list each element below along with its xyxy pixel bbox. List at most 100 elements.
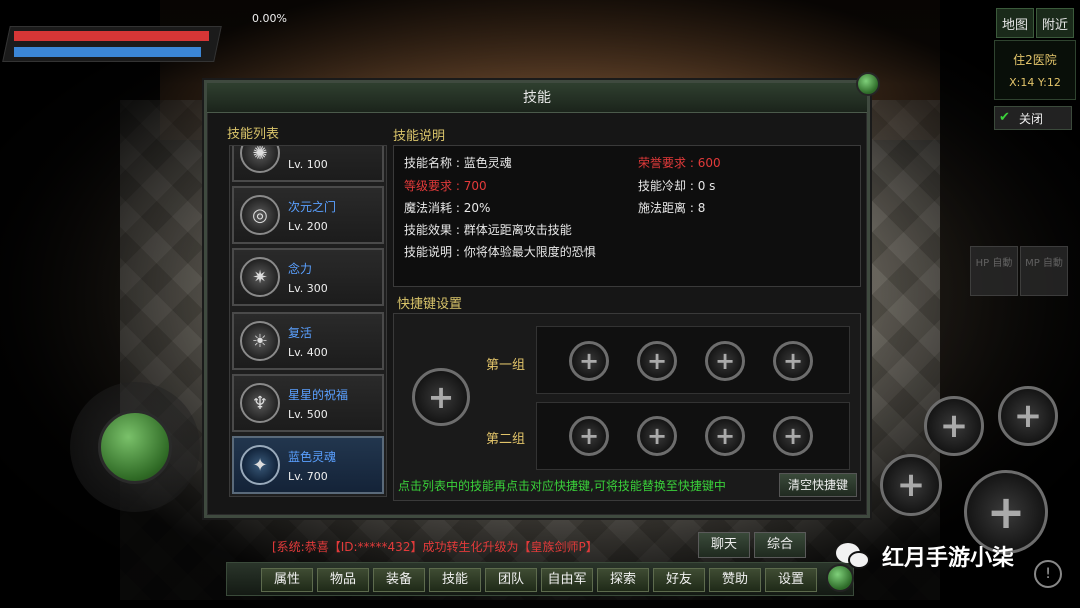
movement-joystick[interactable] [70, 382, 200, 512]
hp-auto-button[interactable]: HP 自動 [970, 246, 1018, 296]
level-req-row: 等级要求 : 700 [404, 179, 487, 193]
plus-icon: + [646, 347, 668, 375]
info-icon[interactable]: ! [1034, 560, 1062, 588]
effect-value: 群体远距离攻击技能 [463, 223, 572, 237]
plus-icon: + [714, 347, 736, 375]
name-label: 技能名称 [404, 156, 453, 170]
skill-icon: ✺ [240, 146, 280, 173]
mp-bar [14, 47, 201, 57]
mp-auto-button[interactable]: MP 自動 [1020, 246, 1068, 296]
effect-label: 技能效果 [404, 223, 453, 237]
hotkey-slot[interactable]: + [705, 341, 745, 381]
action-slot-2[interactable]: + [998, 386, 1058, 446]
cooldown-label: 技能冷却 [638, 179, 687, 193]
wechat-icon [836, 541, 874, 571]
skill-name: 蓝色灵魂 [288, 450, 337, 464]
honor-row: 荣誉要求 : 600 [638, 156, 721, 170]
plus-icon: + [646, 422, 668, 450]
skill-item[interactable]: ✷ 念力 Lv. 300 [232, 248, 384, 306]
level-req-label: 等级要求 [404, 179, 453, 193]
skill-item-selected[interactable]: ✦ 蓝色灵魂 Lv. 700 [232, 436, 384, 494]
bottom-menu: 属性 物品 装备 技能 团队 自由军 探索 好友 赞助 设置 [226, 562, 854, 596]
general-button[interactable]: 综合 [754, 532, 806, 558]
description-box: 技能名称 : 蓝色灵魂 荣誉要求 : 600 等级要求 : 700 技能冷却 :… [393, 145, 861, 287]
plus-icon: + [782, 422, 804, 450]
skill-level: Lv. 700 [288, 470, 328, 483]
skill-item[interactable]: ◎ 次元之门 Lv. 200 [232, 186, 384, 244]
skill-level: Lv. 500 [288, 408, 328, 421]
menu-items[interactable]: 物品 [317, 568, 369, 592]
menu-explore[interactable]: 探索 [597, 568, 649, 592]
skill-list[interactable]: ✺ Lv. 100 ◎ 次元之门 Lv. 200 ✷ 念力 Lv. 300 ☀ … [229, 145, 387, 497]
location-panel: 住2医院 X:14 Y:12 [994, 40, 1076, 100]
watermark-text: 红月手游小柒 [882, 546, 1015, 571]
hotkey-slot[interactable]: + [569, 416, 609, 456]
skill-list-label: 技能列表 [227, 127, 280, 142]
watermark: 红月手游小柒 [836, 540, 1014, 572]
panel-title: 技能 [207, 83, 867, 113]
level-req-value: 700 [463, 179, 487, 193]
explain-label: 技能说明 [404, 245, 453, 259]
menu-sponsor[interactable]: 赞助 [709, 568, 761, 592]
chat-button[interactable]: 聊天 [698, 532, 750, 558]
action-slot-3[interactable]: + [880, 454, 942, 516]
plus-icon: + [1013, 396, 1043, 436]
hotkey-slot[interactable]: + [773, 416, 813, 456]
name-value: 蓝色灵魂 [463, 156, 512, 170]
mana-row: 魔法消耗 : 20% [404, 201, 491, 215]
menu-settings[interactable]: 设置 [765, 568, 817, 592]
hotkey-hint: 点击列表中的技能再点击对应快捷键,可将技能替换至快捷键中 [398, 479, 726, 493]
explain-value: 你将体验最大限度的恐惧 [463, 245, 596, 259]
joystick-knob[interactable] [98, 410, 172, 484]
mana-value: 20% [463, 201, 491, 215]
hotkey-slot[interactable]: + [637, 341, 677, 381]
hotkey-slot[interactable]: + [569, 341, 609, 381]
hotkey-slot[interactable]: + [705, 416, 745, 456]
panel-close-orb[interactable] [856, 72, 880, 96]
skill-icon: ✦ [240, 445, 280, 485]
system-message: [系统:恭喜【ID:*****432】成功转生化升级为【皇族剑师P】 [272, 540, 598, 554]
hotkey-selected-skill-slot[interactable]: + [412, 368, 470, 426]
menu-attributes[interactable]: 属性 [261, 568, 313, 592]
nearby-button[interactable]: 附近 [1036, 8, 1074, 38]
hotkey-label: 快捷键设置 [397, 297, 463, 312]
skill-item[interactable]: ✺ Lv. 100 [232, 146, 384, 182]
menu-team[interactable]: 团队 [485, 568, 537, 592]
plus-icon: + [896, 465, 926, 505]
plus-icon: + [939, 406, 969, 446]
hotkey-slot[interactable]: + [773, 341, 813, 381]
skill-icon: ◎ [240, 195, 280, 235]
map-button[interactable]: 地图 [996, 8, 1034, 38]
skill-item[interactable]: ♆ 星星的祝福 Lv. 500 [232, 374, 384, 432]
plus-icon: + [578, 347, 600, 375]
action-slot-1[interactable]: + [924, 396, 984, 456]
honor-label: 荣誉要求 [638, 156, 687, 170]
clear-hotkeys-button[interactable]: 清空快捷键 [779, 473, 857, 497]
skill-level: Lv. 300 [288, 282, 328, 295]
menu-friends[interactable]: 好友 [653, 568, 705, 592]
hotkey-slot[interactable]: + [637, 416, 677, 456]
skill-icon: ✷ [240, 257, 280, 297]
mana-label: 魔法消耗 [404, 201, 453, 215]
honor-value: 600 [697, 156, 721, 170]
plus-icon: + [427, 378, 455, 416]
effect-row: 技能效果 : 群体远距离攻击技能 [404, 223, 572, 237]
menu-equipment[interactable]: 装备 [373, 568, 425, 592]
plus-icon: + [986, 485, 1026, 539]
skill-item[interactable]: ☀ 复活 Lv. 400 [232, 312, 384, 370]
cooldown-value: 0 s [697, 179, 716, 193]
status-bars: 0.00% [2, 6, 296, 62]
skill-name: 次元之门 [288, 200, 337, 214]
menu-skills[interactable]: 技能 [429, 568, 481, 592]
skill-level: Lv. 200 [288, 220, 328, 233]
plus-icon: + [578, 422, 600, 450]
group1-label: 第一组 [486, 358, 526, 373]
range-label: 施法距离 [638, 201, 687, 215]
group2-label: 第二组 [486, 432, 526, 447]
skill-level: Lv. 100 [288, 158, 328, 171]
menu-free-army[interactable]: 自由军 [541, 568, 593, 592]
close-toggle[interactable]: ✔ 关闭 [994, 106, 1072, 130]
skill-name-row: 技能名称 : 蓝色灵魂 [404, 156, 512, 170]
location-name: 住2医院 [1013, 53, 1057, 67]
skill-name: 念力 [288, 262, 313, 276]
